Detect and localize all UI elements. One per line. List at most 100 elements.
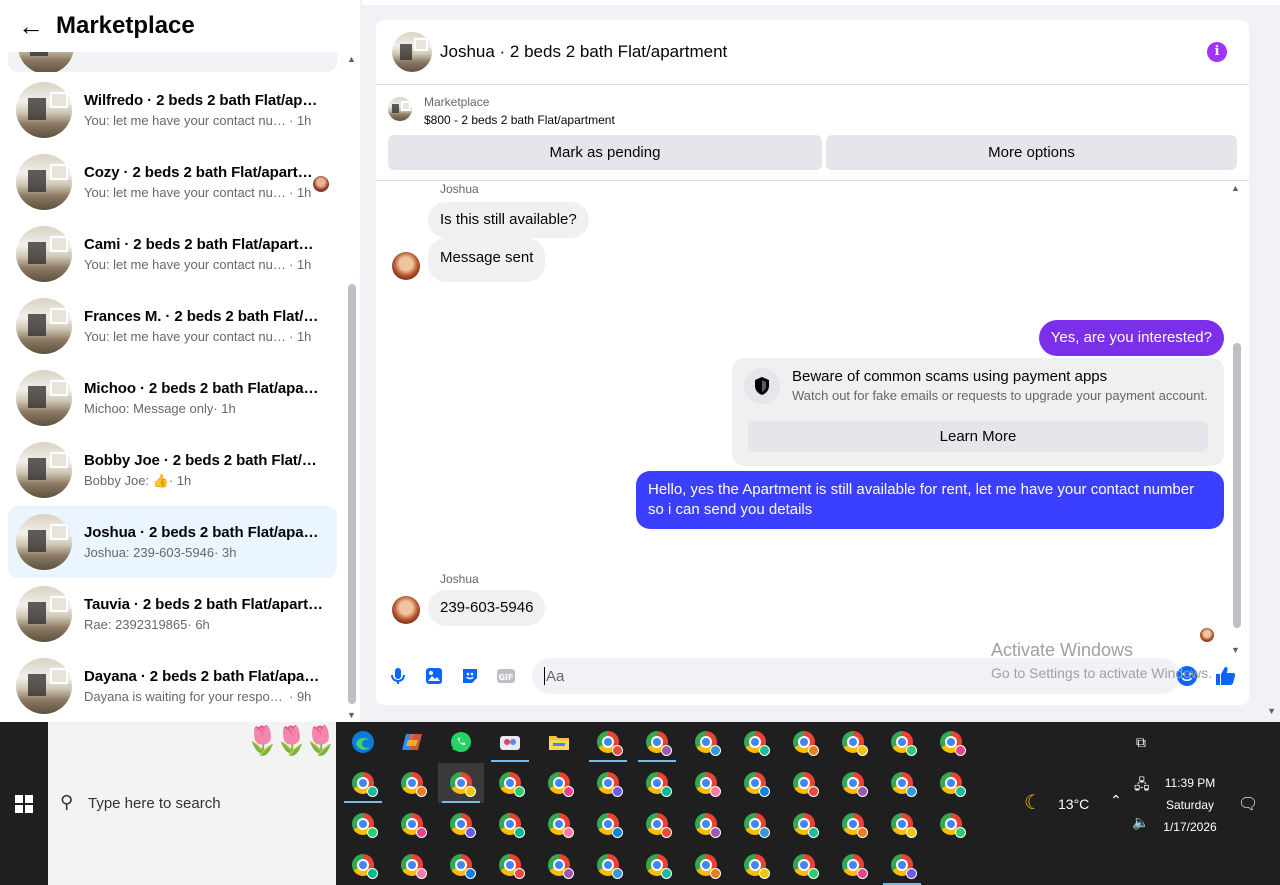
conversation-item[interactable]: Cami · 2 beds 2 bath Flat/apartment You: … <box>8 218 337 290</box>
incoming-message[interactable]: 239-603-5946 <box>428 590 546 626</box>
chrome-profile-icon[interactable] <box>732 722 778 762</box>
snipping-tool-icon[interactable] <box>487 722 533 762</box>
chrome-profile-icon[interactable] <box>340 763 386 803</box>
gif-icon[interactable]: GIF <box>496 666 516 686</box>
photo-icon[interactable] <box>424 666 444 686</box>
chrome-profile-icon[interactable] <box>879 722 925 762</box>
chrome-profile-icon[interactable] <box>781 722 827 762</box>
chrome-profile-icon[interactable] <box>389 804 435 844</box>
thumbs-up-icon[interactable] <box>1214 664 1238 688</box>
chrome-profile-icon[interactable] <box>830 845 876 885</box>
chrome-profile-icon[interactable] <box>340 804 386 844</box>
conversation-item[interactable]: Dayana · 2 beds 2 bath Flat/apartment Day… <box>8 650 337 722</box>
chrome-profile-icon[interactable] <box>781 804 827 844</box>
outgoing-message[interactable]: Yes, are you interested? <box>1038 320 1224 356</box>
notification-icon[interactable]: 🗨 <box>1238 794 1258 814</box>
chrome-profile-icon[interactable] <box>830 804 876 844</box>
scroll-up-arrow-icon[interactable]: ▲ <box>1231 183 1240 193</box>
chrome-profile-icon[interactable] <box>634 722 680 762</box>
chat-scrollbar[interactable]: ▲ ▼ <box>1231 183 1243 655</box>
conversation-item[interactable]: Tauvia · 2 beds 2 bath Flat/apartment Rae… <box>8 578 337 650</box>
copilot-icon[interactable] <box>389 722 435 762</box>
chrome-profile-icon[interactable] <box>389 763 435 803</box>
meet-now-icon[interactable]: ⧉ <box>1136 734 1146 751</box>
conversation-item[interactable]: Frances M. · 2 beds 2 bath Flat/apartmen… <box>8 290 337 362</box>
outgoing-message[interactable]: Hello, yes the Apartment is still availa… <box>636 471 1224 529</box>
conversation-item[interactable]: Michoo · 2 beds 2 bath Flat/apartment Mic… <box>8 362 337 434</box>
chrome-profile-icon[interactable] <box>928 763 974 803</box>
chrome-profile-icon[interactable] <box>585 763 631 803</box>
sender-avatar[interactable] <box>392 596 420 624</box>
chrome-profile-icon[interactable] <box>634 845 680 885</box>
microphone-icon[interactable] <box>388 666 408 686</box>
network-icon[interactable]: 🖧 <box>1134 774 1150 798</box>
chrome-profile-icon[interactable] <box>781 763 827 803</box>
chat-title[interactable]: Joshua · 2 beds 2 bath Flat/apartment <box>440 42 727 62</box>
mark-as-pending-button[interactable]: Mark as pending <box>388 135 822 170</box>
chat-listing-thumbnail[interactable] <box>392 32 432 72</box>
chrome-profile-icon[interactable] <box>487 845 533 885</box>
chrome-profile-icon[interactable] <box>487 763 533 803</box>
chrome-profile-icon[interactable] <box>634 763 680 803</box>
start-button[interactable] <box>0 722 48 885</box>
conversation-item[interactable]: Wilfredo · 2 beds 2 bath Flat/apartment Y… <box>8 74 337 146</box>
incoming-message[interactable]: Message sent <box>428 238 546 282</box>
chrome-profile-icon[interactable] <box>830 722 876 762</box>
chrome-profile-icon[interactable] <box>585 845 631 885</box>
sticker-icon[interactable] <box>460 666 480 686</box>
chrome-profile-icon[interactable] <box>928 804 974 844</box>
chrome-profile-icon[interactable] <box>438 804 484 844</box>
clock[interactable]: 11:39 PM Saturday 1/17/2026 <box>1158 772 1222 838</box>
sidebar-scrollbar[interactable]: ▲ ▼ <box>344 52 360 722</box>
chrome-profile-icon[interactable] <box>879 845 925 885</box>
scrollbar-thumb[interactable] <box>1233 343 1241 628</box>
volume-icon[interactable]: 🔈 <box>1132 814 1149 831</box>
incoming-message[interactable]: Is this still available? <box>428 202 589 238</box>
info-icon[interactable]: i <box>1207 42 1227 62</box>
chrome-profile-icon[interactable] <box>536 763 582 803</box>
chrome-profile-icon[interactable] <box>585 722 631 762</box>
chrome-profile-icon[interactable] <box>438 763 484 803</box>
whatsapp-icon[interactable] <box>438 722 484 762</box>
chrome-profile-icon[interactable] <box>683 763 729 803</box>
listing-thumbnail <box>16 82 72 138</box>
chrome-profile-icon[interactable] <box>438 845 484 885</box>
conversation-item[interactable]: Bobby Joe · 2 beds 2 bath Flat/apartment… <box>8 434 337 506</box>
chrome-profile-icon[interactable] <box>634 804 680 844</box>
weather-temperature[interactable]: 13°C <box>1058 796 1089 812</box>
chrome-profile-icon[interactable] <box>879 804 925 844</box>
page-scroll-down-arrow-icon[interactable]: ▼ <box>1267 706 1276 716</box>
chrome-profile-icon[interactable] <box>536 804 582 844</box>
chrome-profile-icon[interactable] <box>830 763 876 803</box>
chrome-profile-icon[interactable] <box>879 763 925 803</box>
show-hidden-icons-icon[interactable]: ⌃ <box>1110 792 1122 809</box>
chrome-profile-icon[interactable] <box>683 845 729 885</box>
conversation-item[interactable]: Cozy · 2 beds 2 bath Flat/apartment You: … <box>8 146 337 218</box>
chrome-profile-icon[interactable] <box>781 845 827 885</box>
scrollbar-thumb[interactable] <box>348 284 356 704</box>
learn-more-button[interactable]: Learn More <box>748 421 1208 452</box>
listing-price-title[interactable]: $800 - 2 beds 2 bath Flat/apartment <box>424 113 615 127</box>
back-arrow-icon[interactable]: ← <box>18 13 48 39</box>
scroll-down-arrow-icon[interactable]: ▼ <box>347 710 356 720</box>
sender-avatar[interactable] <box>392 252 420 280</box>
chrome-profile-icon[interactable] <box>340 845 386 885</box>
chrome-profile-icon[interactable] <box>389 845 435 885</box>
chrome-profile-icon[interactable] <box>683 804 729 844</box>
listing-small-thumbnail[interactable] <box>388 97 412 121</box>
chrome-profile-icon[interactable] <box>683 722 729 762</box>
taskbar-search-box[interactable]: ⚲ Type here to search 🌷🌷🌷 <box>48 722 338 885</box>
chrome-profile-icon[interactable] <box>732 845 778 885</box>
more-options-button[interactable]: More options <box>826 135 1237 170</box>
chrome-profile-icon[interactable] <box>928 722 974 762</box>
weather-moon-icon[interactable]: ☾ <box>1024 790 1042 815</box>
edge-icon[interactable] <box>340 722 386 762</box>
chrome-profile-icon[interactable] <box>732 763 778 803</box>
chrome-profile-icon[interactable] <box>487 804 533 844</box>
scroll-up-arrow-icon[interactable]: ▲ <box>347 54 356 64</box>
chrome-profile-icon[interactable] <box>585 804 631 844</box>
chrome-profile-icon[interactable] <box>732 804 778 844</box>
conversation-item[interactable]: Joshua · 2 beds 2 bath Flat/apartment Jos… <box>8 506 337 578</box>
file-explorer-icon[interactable] <box>536 722 582 762</box>
chrome-profile-icon[interactable] <box>536 845 582 885</box>
